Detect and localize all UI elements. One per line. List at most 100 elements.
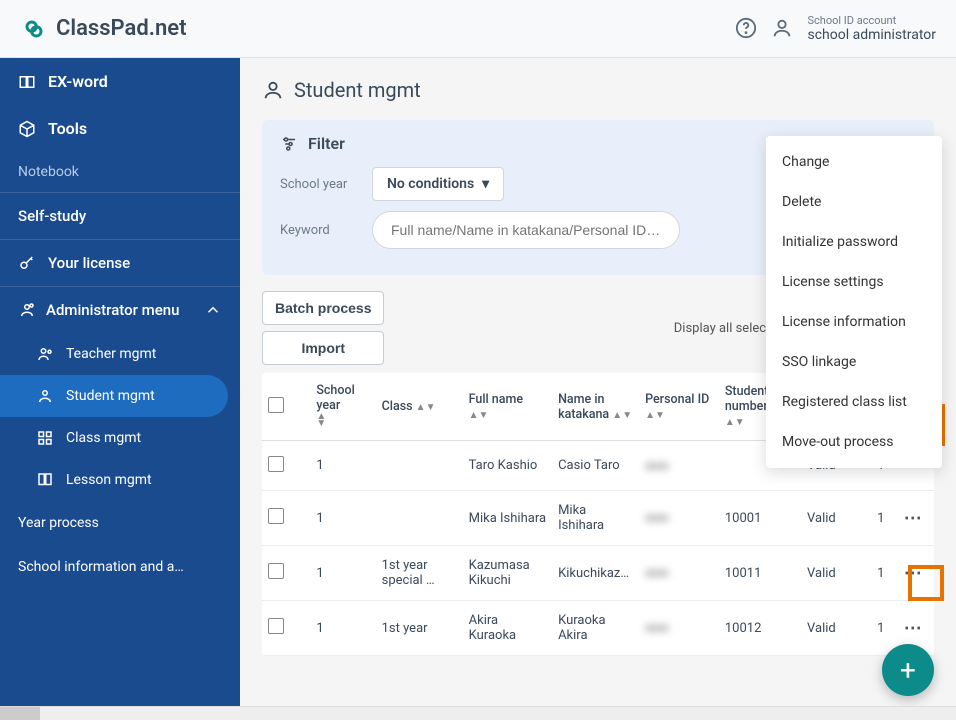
keyword-input[interactable] [372, 211, 680, 249]
add-button[interactable]: + [882, 644, 934, 696]
row-actions-button[interactable]: ⋯ [900, 616, 925, 641]
cell-class: 1st year [376, 601, 463, 656]
row-checkbox[interactable] [268, 508, 284, 524]
menu-change[interactable]: Change [766, 142, 942, 182]
sidebar: EX-word Tools Notebook Self-study Your l… [0, 58, 240, 720]
school-year-value: No conditions [387, 176, 474, 192]
table-row: 1Mika IshiharaMika Ishihara■■■10001Valid… [262, 491, 934, 546]
row-actions-button[interactable]: ⋯ [900, 561, 925, 586]
brand-icon [20, 15, 48, 43]
filter-label-keyword: Keyword [280, 223, 358, 238]
filter-label-schoolyear: School year [280, 177, 358, 192]
cell-fullname: Taro Kashio [463, 441, 552, 491]
sidebar-label-tools: Tools [48, 119, 87, 138]
sidebar-label-license: Your license [48, 254, 130, 272]
col-school-year[interactable]: School year▲▼ [310, 373, 375, 441]
menu-delete[interactable]: Delete [766, 182, 942, 222]
batch-process-button[interactable]: Batch process [262, 291, 384, 325]
page-title: Student mgmt [262, 78, 934, 102]
cell-class [376, 441, 463, 491]
sidebar-item-tools[interactable]: Tools [0, 105, 240, 152]
menu-license-settings[interactable]: License settings [766, 262, 942, 302]
sort-icon: ▲▼ [725, 419, 745, 426]
sidebar-item-exword[interactable]: EX-word [0, 58, 240, 105]
page-title-text: Student mgmt [294, 78, 421, 102]
cell-pid: ■■■ [639, 491, 719, 546]
teacher-icon [36, 345, 54, 363]
menu-sso-linkage[interactable]: SSO linkage [766, 342, 942, 382]
caret-down-icon: ▾ [482, 176, 489, 192]
dictionary-icon [18, 73, 36, 91]
cell-sid: 10001 [719, 491, 801, 546]
horizontal-scrollbar[interactable] [0, 706, 956, 720]
sort-icon: ▲▼ [612, 412, 632, 419]
sidebar-item-selfstudy[interactable]: Self-study [0, 193, 240, 239]
import-button[interactable]: Import [262, 331, 384, 365]
sidebar-item-class-mgmt[interactable]: Class mgmt [0, 417, 240, 459]
cell-class: 1st year special … [376, 546, 463, 601]
cell-count: 1 [857, 491, 891, 546]
brand-text: ClassPad.net [56, 16, 187, 41]
col-class[interactable]: Class ▲▼ [376, 373, 463, 441]
menu-initialize-password[interactable]: Initialize password [766, 222, 942, 262]
table-row: 11st year special …Kazumasa KikuchiKikuc… [262, 546, 934, 601]
main-content: Student mgmt Filter School year No condi… [240, 58, 956, 720]
sidebar-label-class: Class mgmt [66, 430, 141, 446]
row-actions-button[interactable]: ⋯ [900, 506, 925, 531]
cell-count: 1 [857, 601, 891, 656]
cell-year: 1 [310, 601, 375, 656]
cell-katakana: Kuraoka Akira [552, 601, 639, 656]
sort-icon: ▲▼ [469, 412, 489, 419]
col-katakana[interactable]: Name in katakana ▲▼ [552, 373, 639, 441]
cell-status: Valid [801, 546, 857, 601]
cell-pid: ■■■ [639, 546, 719, 601]
brand[interactable]: ClassPad.net [20, 15, 187, 43]
menu-license-info[interactable]: License information [766, 302, 942, 342]
account-info[interactable]: School ID account school administrator [807, 14, 936, 44]
row-checkbox[interactable] [268, 618, 284, 634]
cell-year: 1 [310, 441, 375, 491]
cell-fullname: Akira Kuraoka [463, 601, 552, 656]
sidebar-label-lesson: Lesson mgmt [66, 472, 152, 488]
cell-count: 1 [857, 546, 891, 601]
sidebar-label-teacher: Teacher mgmt [66, 346, 156, 362]
cell-pid: ■■■ [639, 441, 719, 491]
account-label: School ID account [807, 14, 936, 27]
sort-icon: ▲▼ [645, 412, 665, 419]
sidebar-item-teacher-mgmt[interactable]: Teacher mgmt [0, 333, 240, 375]
sidebar-item-notebook[interactable]: Notebook [0, 152, 240, 192]
sidebar-admin-menu[interactable]: Administrator menu [0, 287, 240, 333]
row-checkbox[interactable] [268, 563, 284, 579]
cell-fullname: Mika Ishihara [463, 491, 552, 546]
sidebar-item-lesson-mgmt[interactable]: Lesson mgmt [0, 459, 240, 501]
admin-icon [18, 301, 36, 319]
school-year-select[interactable]: No conditions ▾ [372, 167, 504, 201]
sidebar-item-school-info[interactable]: School information and a… [0, 545, 240, 589]
select-all-checkbox[interactable] [268, 397, 284, 413]
menu-registered-class-list[interactable]: Registered class list [766, 382, 942, 422]
row-checkbox[interactable] [268, 456, 284, 472]
sidebar-label-admin: Administrator menu [46, 301, 179, 319]
cell-katakana: Kikuchikazushige [552, 546, 639, 601]
row-context-menu: Change Delete Initialize password Licens… [766, 136, 942, 468]
cell-class [376, 491, 463, 546]
sidebar-item-student-mgmt[interactable]: Student mgmt [0, 375, 228, 417]
help-icon[interactable] [735, 17, 757, 39]
menu-moveout-process[interactable]: Move-out process [766, 422, 942, 462]
col-full-name[interactable]: Full name▲▼ [463, 373, 552, 441]
box-icon [18, 120, 36, 138]
col-personal-id[interactable]: Personal ID ▲▼ [639, 373, 719, 441]
account-role: school administrator [807, 27, 936, 44]
filter-heading-text: Filter [308, 134, 345, 153]
student-icon [262, 79, 284, 101]
cell-status: Valid [801, 601, 857, 656]
book-icon [36, 471, 54, 489]
plus-icon: + [900, 654, 916, 687]
app-header: ClassPad.net School ID account school ad… [0, 0, 956, 58]
user-icon[interactable] [771, 17, 793, 39]
student-icon [36, 387, 54, 405]
sidebar-item-year-process[interactable]: Year process [0, 501, 240, 545]
sidebar-item-license[interactable]: Your license [0, 240, 240, 286]
cell-pid: ■■■ [639, 601, 719, 656]
cell-year: 1 [310, 546, 375, 601]
